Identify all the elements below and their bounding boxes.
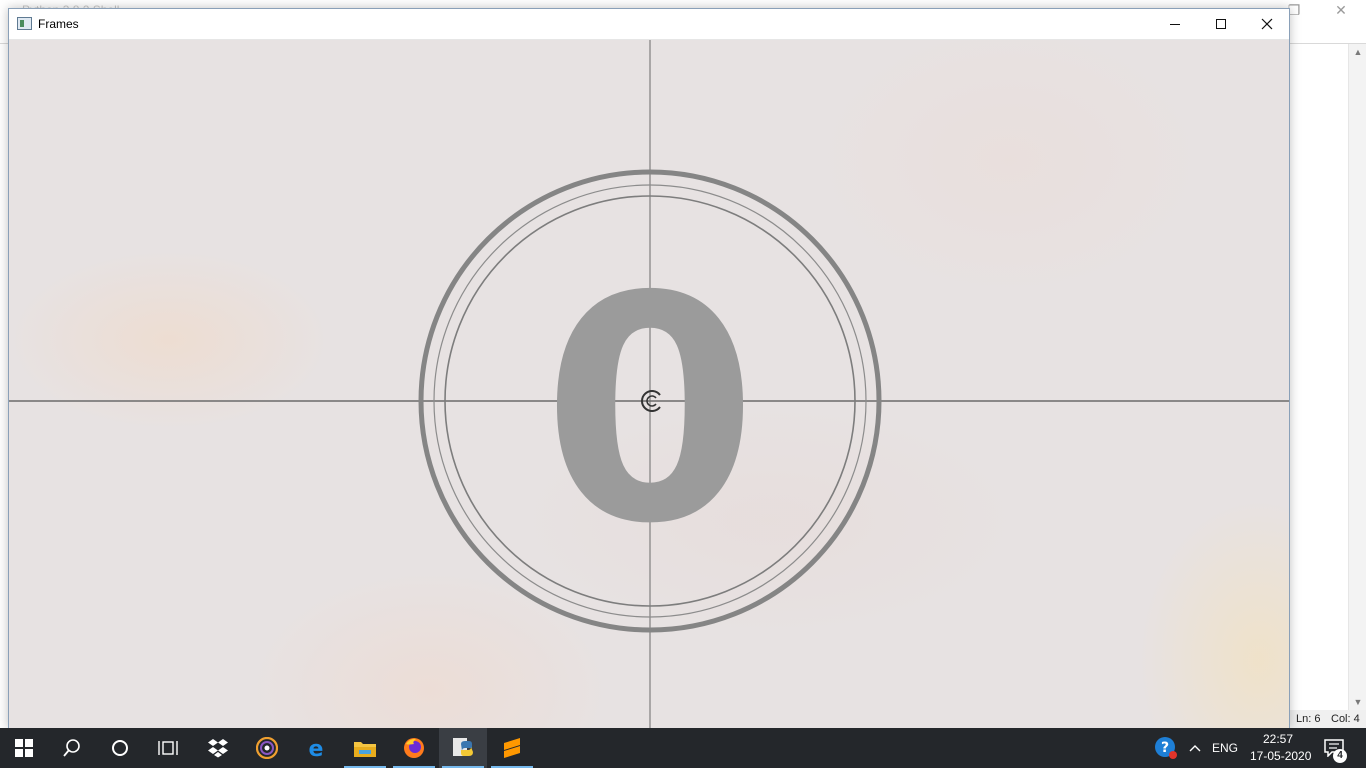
svg-text:?: ? — [1161, 740, 1169, 756]
edge-icon: e — [309, 737, 324, 759]
search-icon — [63, 739, 80, 757]
scroll-up-icon[interactable]: ▲ — [1349, 44, 1366, 60]
minimize-icon — [1170, 23, 1180, 25]
dropbox-icon — [208, 739, 228, 758]
svg-text:e: e — [309, 737, 324, 759]
help-icon: ? — [1155, 737, 1177, 759]
media-icon — [256, 737, 278, 759]
task-view-button[interactable] — [144, 728, 192, 768]
search-button[interactable] — [48, 728, 96, 768]
clock-time[interactable]: 22:57 — [1263, 732, 1293, 746]
cortana-icon — [112, 740, 128, 756]
task-view-icon — [158, 741, 178, 755]
maximize-button[interactable] — [1198, 9, 1244, 39]
minimize-button[interactable] — [1152, 9, 1198, 39]
vertical-scrollbar[interactable]: ▲ ▼ — [1348, 44, 1366, 710]
close-icon — [1261, 18, 1273, 30]
start-button[interactable] — [0, 728, 48, 768]
folder-icon — [354, 742, 376, 757]
video-frame: 0 — [9, 40, 1289, 728]
sublime-button[interactable] — [488, 728, 536, 768]
help-tray-button[interactable]: ? — [1146, 728, 1186, 768]
app-icon — [17, 17, 32, 30]
action-center-button[interactable] — [1314, 728, 1354, 768]
close-button[interactable] — [1244, 9, 1290, 39]
close-icon[interactable]: ✕ — [1333, 2, 1349, 18]
show-hidden-icons-button[interactable] — [1184, 728, 1206, 768]
countdown-leader: 0 — [9, 40, 1289, 728]
frames-titlebar[interactable]: Frames — [9, 9, 1289, 40]
clock-date[interactable]: 17-05-2020 — [1250, 749, 1311, 763]
frames-window: Frames 0 — [8, 8, 1290, 728]
sublime-icon — [504, 738, 520, 758]
file-explorer-button[interactable] — [341, 728, 389, 768]
python-icon — [453, 738, 473, 756]
language-indicator[interactable]: ENG — [1212, 741, 1238, 755]
firefox-button[interactable] — [390, 728, 438, 768]
status-bar: Ln: 6 Col: 4 — [1290, 710, 1366, 728]
firefox-icon — [404, 738, 424, 758]
taskbar: e ? ENG 22:57 17-05-2020 — [0, 728, 1366, 768]
windows-icon — [15, 739, 33, 757]
dropbox-button[interactable] — [194, 728, 242, 768]
column-indicator: Col: 4 — [1331, 713, 1360, 725]
cortana-button[interactable] — [96, 728, 144, 768]
scroll-down-icon[interactable]: ▼ — [1349, 694, 1366, 710]
media-player-button[interactable] — [243, 728, 291, 768]
window-title: Frames — [38, 17, 79, 31]
edge-button[interactable]: e — [292, 728, 340, 768]
chevron-up-icon — [1189, 745, 1201, 752]
notification-count-badge: 4 — [1333, 749, 1347, 763]
maximize-icon — [1216, 19, 1226, 29]
line-indicator: Ln: 6 — [1296, 713, 1321, 725]
python-button[interactable] — [439, 728, 487, 768]
